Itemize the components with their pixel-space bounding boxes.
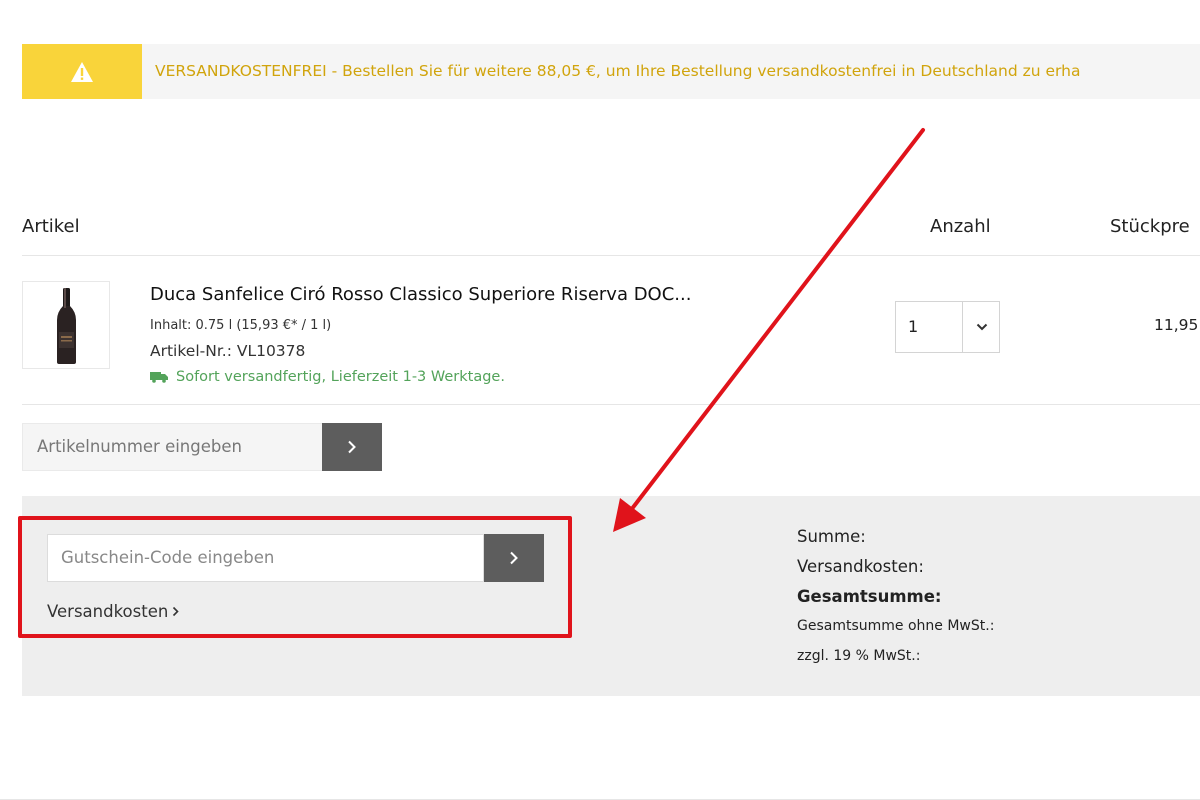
warning-icon-box bbox=[22, 44, 142, 99]
chevron-right-icon bbox=[348, 440, 356, 454]
product-name[interactable]: Duca Sanfelice Ciró Rosso Classico Super… bbox=[150, 284, 691, 305]
net-total-label: Gesamtsumme ohne MwSt.: bbox=[797, 618, 995, 634]
article-number-placeholder: Artikelnummer eingeben bbox=[37, 437, 242, 456]
column-header-quantity: Anzahl bbox=[930, 216, 991, 237]
chevron-down-icon bbox=[976, 323, 987, 331]
quantity-dropdown-toggle[interactable] bbox=[963, 302, 1000, 352]
column-header-unit-price: Stückpre bbox=[1110, 216, 1190, 237]
column-header-article: Artikel bbox=[22, 216, 80, 237]
add-article-button[interactable] bbox=[322, 423, 382, 471]
product-sku: Artikel-Nr.: VL10378 bbox=[150, 342, 306, 360]
notice-text: - Bestellen Sie für weitere 88,05 €, um … bbox=[326, 62, 1081, 80]
truck-icon bbox=[150, 372, 168, 383]
wine-bottle-icon bbox=[57, 288, 76, 364]
product-image[interactable] bbox=[22, 281, 110, 369]
shipping-costs-summary-label: Versandkosten: bbox=[797, 557, 924, 576]
vat-label: zzgl. 19 % MwSt.: bbox=[797, 648, 921, 664]
delivery-status: Sofort versandfertig, Lieferzeit 1-3 Wer… bbox=[150, 369, 505, 385]
row-divider bbox=[22, 404, 1200, 405]
article-number-input[interactable]: Artikelnummer eingeben bbox=[22, 423, 322, 471]
notice-message: VERSANDKOSTENFREI - Bestellen Sie für we… bbox=[155, 44, 1080, 99]
quantity-value: 1 bbox=[908, 317, 919, 336]
sum-label: Summe: bbox=[797, 527, 866, 546]
free-shipping-notice: VERSANDKOSTENFREI - Bestellen Sie für we… bbox=[22, 44, 1200, 99]
annotation-highlight-box bbox=[18, 516, 572, 638]
delivery-text: Sofort versandfertig, Lieferzeit 1-3 Wer… bbox=[176, 369, 505, 385]
quantity-select[interactable]: 1 bbox=[895, 301, 1000, 353]
grand-total-label: Gesamtsumme: bbox=[797, 587, 942, 606]
header-divider bbox=[22, 255, 1200, 256]
unit-price: 11,95 € bbox=[1154, 316, 1200, 334]
warning-icon bbox=[71, 61, 93, 82]
notice-label: VERSANDKOSTENFREI bbox=[155, 62, 327, 80]
product-content: Inhalt: 0.75 l (15,93 €* / 1 l) bbox=[150, 318, 332, 333]
